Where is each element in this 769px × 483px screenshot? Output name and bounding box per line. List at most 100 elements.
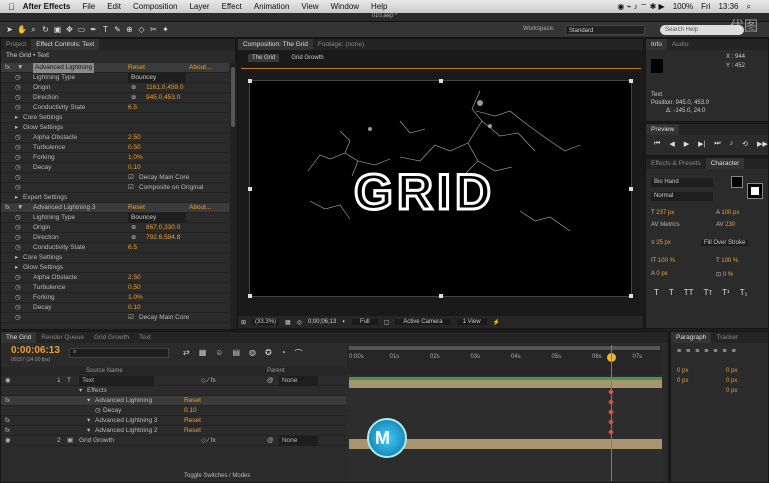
menu-help[interactable]: Help — [371, 2, 387, 11]
layer-name[interactable]: Text — [79, 376, 154, 386]
stopwatch-icon[interactable]: ◷ — [15, 153, 21, 163]
camera-snapshot-icon[interactable]: ◎ — [297, 319, 302, 326]
fast-previews-icon[interactable]: ⚡ — [493, 319, 500, 326]
zoom-tool-icon[interactable]: ⌕ — [29, 25, 38, 34]
stopwatch-icon[interactable]: ◷ — [15, 243, 21, 253]
tab-text[interactable]: Text — [134, 334, 156, 341]
property-value[interactable]: Bouncey — [128, 73, 187, 83]
bounds-handle[interactable] — [629, 294, 633, 298]
tab-grid-growth[interactable]: Grid Growth — [89, 334, 134, 341]
menu-layer[interactable]: Layer — [189, 2, 209, 11]
col-source-name[interactable]: Source Name — [86, 367, 123, 376]
indent-left-value[interactable]: 0 px — [677, 368, 688, 374]
selection-tool-icon[interactable]: ➤ — [5, 25, 14, 34]
align-right-icon[interactable]: ≡ — [695, 348, 699, 355]
align-center-icon[interactable]: ≡ — [686, 348, 690, 355]
keyframe-icon[interactable] — [608, 419, 614, 425]
resolution-select[interactable]: Full — [351, 319, 378, 325]
checkbox-icon[interactable]: ☑ — [128, 313, 134, 323]
tracking-value[interactable]: 230 — [725, 222, 735, 228]
layer-bar-text[interactable] — [349, 380, 662, 388]
clone-tool-icon[interactable]: ⊕ — [125, 25, 134, 34]
subscript-icon[interactable]: T₁ — [740, 288, 748, 297]
tab-footage[interactable]: Footage: (none) — [313, 41, 369, 48]
color-channel-icon[interactable]: ◐ — [342, 319, 346, 325]
fill-color-swatch[interactable] — [731, 176, 743, 188]
space-before-value[interactable]: 0 px — [726, 378, 737, 384]
switches-icon[interactable]: ◇ ⁄ fx — [201, 436, 216, 446]
keyframe-icon[interactable] — [608, 399, 614, 405]
fx-icon[interactable]: fx — [5, 426, 10, 436]
stopwatch-icon[interactable]: ◷ — [15, 213, 21, 223]
graph-editor-icon[interactable]: ⌒ — [295, 348, 303, 359]
draft-3d-icon[interactable]: ▦ — [199, 348, 207, 359]
crosshair-icon[interactable]: ⊕ — [131, 223, 136, 233]
zoom-select[interactable]: (33.3%) — [252, 319, 280, 325]
property-value[interactable]: 6.5 — [128, 103, 137, 113]
property-row[interactable]: ◷ Decay 0.10 — [1, 406, 346, 416]
kerning-value[interactable]: Metrics — [660, 222, 679, 228]
property-value[interactable]: 6.5 — [128, 243, 137, 253]
bounds-handle[interactable] — [439, 79, 443, 83]
camera-tool-icon[interactable]: ▣ — [53, 25, 62, 34]
property-value[interactable]: 0.50 — [128, 143, 141, 153]
stopwatch-icon[interactable]: ◷ — [15, 273, 21, 283]
property-value[interactable]: 867.0,330.0 — [146, 223, 180, 233]
property-row[interactable]: fx ▾ Advanced Lightning Reset — [1, 396, 346, 406]
property-value[interactable]: 945.0,453.0 — [146, 93, 180, 103]
decay-value[interactable]: 0.10 — [184, 406, 197, 416]
track-area[interactable]: M — [347, 345, 662, 482]
faux-bold-icon[interactable]: T — [654, 288, 659, 297]
bounds-handle[interactable] — [629, 187, 633, 191]
space-after-value[interactable]: 0 px — [726, 388, 737, 394]
property-value[interactable]: 1161.0,459.0 — [146, 83, 183, 93]
checkbox-row[interactable]: ◷ ☑ Decay Main Core — [1, 173, 229, 183]
comp-timecode[interactable]: 0;00;06;13 — [308, 319, 336, 325]
bounds-handle[interactable] — [248, 294, 252, 298]
stopwatch-icon[interactable]: ◷ — [15, 293, 21, 303]
first-frame-icon[interactable]: ⏮ — [654, 140, 660, 148]
search-icon[interactable]: ⌕ — [747, 2, 751, 12]
time-ruler[interactable]: 0:00s 01s 02s 03s 04s 05s 06s 07s — [347, 345, 662, 375]
magnify-icon[interactable]: ⊞ — [241, 319, 246, 326]
property-value[interactable]: 0.50 — [128, 283, 141, 293]
parent-pick-icon[interactable]: @ — [267, 376, 274, 386]
superscript-icon[interactable]: T¹ — [722, 288, 730, 297]
tab-character[interactable]: Character — [705, 158, 745, 169]
font-size-value[interactable]: 237 px — [656, 210, 674, 216]
hscale-value[interactable]: 100 % — [721, 258, 738, 264]
effect-header[interactable]: fx ▼ Advanced Lightning Reset About... — [1, 63, 229, 73]
tab-composition[interactable]: Composition: The Grid — [238, 39, 313, 50]
keyframe-icon[interactable] — [608, 429, 614, 435]
col-parent[interactable]: Parent — [267, 367, 285, 376]
disclosure-triangle-icon[interactable]: ◷ — [95, 406, 101, 416]
auto-keyframe-icon[interactable]: ◔ — [281, 348, 286, 359]
menu-file[interactable]: File — [82, 2, 95, 11]
effect-scrollbar[interactable] — [230, 63, 236, 329]
keyframe-icon[interactable] — [608, 389, 614, 395]
disclosure-triangle-icon[interactable]: ▾ — [87, 416, 90, 426]
tab-tracker[interactable]: Tracker — [711, 334, 743, 341]
timeline-search-input[interactable]: ⌕ — [69, 348, 169, 358]
property-value[interactable]: Bouncey — [128, 213, 187, 223]
clock-label[interactable]: 13:36 — [718, 2, 738, 11]
roi-icon[interactable]: ▢ — [384, 319, 390, 326]
leading-value[interactable]: 100 px — [721, 210, 739, 216]
faux-italic-icon[interactable]: T — [669, 288, 674, 297]
menu-edit[interactable]: Edit — [107, 2, 121, 11]
menu-composition[interactable]: Composition — [133, 2, 177, 11]
tab-paragraph[interactable]: Paragraph — [671, 332, 712, 343]
disclosure-triangle-icon[interactable]: ▸ — [15, 263, 18, 273]
roto-tool-icon[interactable]: ✂ — [149, 25, 158, 34]
property-value[interactable]: 2.50 — [128, 273, 141, 283]
disclosure-triangle-icon[interactable]: ▸ — [15, 113, 18, 123]
tab-audio[interactable]: Audio — [667, 41, 694, 48]
composition-canvas[interactable]: GRID — [248, 79, 633, 298]
property-row[interactable]: ▾ Effects — [1, 386, 346, 396]
stopwatch-icon[interactable]: ◷ — [15, 303, 21, 313]
checkbox-row[interactable]: ◷ ☑ Decay Main Core — [1, 313, 229, 323]
vscale-value[interactable]: 100 % — [658, 258, 675, 264]
tab-timeline-the-grid[interactable]: The Grid — [1, 332, 37, 343]
brainstorm-icon[interactable]: ✪ — [265, 348, 272, 359]
effect-name[interactable]: Advanced Lightning 3 — [33, 203, 96, 213]
